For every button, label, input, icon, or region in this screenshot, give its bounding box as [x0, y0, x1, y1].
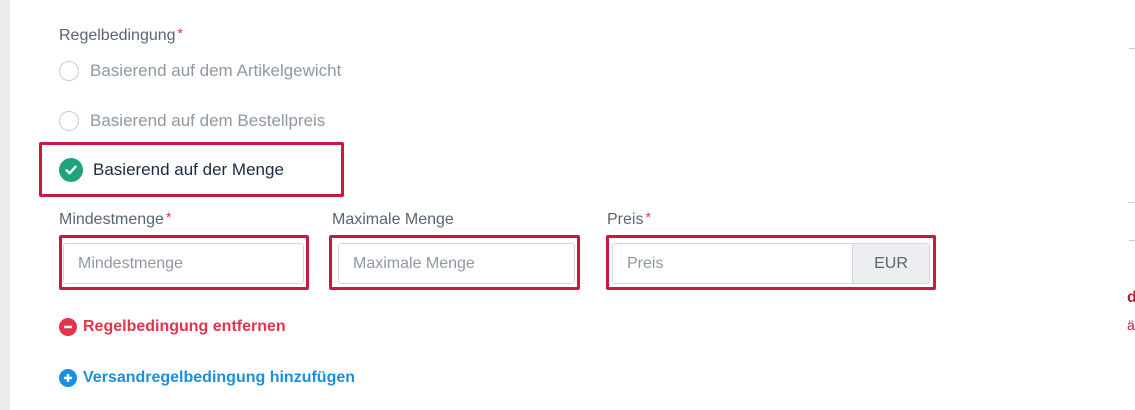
radio-option-quantity[interactable]: Basierend auf der Menge: [59, 158, 284, 182]
remove-condition-link[interactable]: Regelbedingung entfernen: [59, 318, 286, 336]
check-circle-icon[interactable]: [59, 158, 83, 182]
plus-circle-icon: [59, 369, 77, 387]
add-condition-link[interactable]: Versandregelbedingung hinzufügen: [59, 369, 355, 387]
radio-option-order-price[interactable]: Basierend auf dem Bestellpreis: [59, 109, 325, 133]
max-qty-label-text: Maximale Menge: [332, 211, 454, 228]
radio-circle[interactable]: [59, 61, 79, 81]
highlight-box: [329, 235, 580, 290]
radio-label: Basierend auf dem Bestellpreis: [90, 111, 326, 130]
divider: [1129, 202, 1135, 203]
radio-label: Basierend auf dem Artikelgewicht: [90, 61, 342, 80]
radio-label: Basierend auf der Menge: [93, 160, 284, 179]
highlight-box: [59, 235, 309, 290]
minus-circle-icon: [59, 318, 77, 336]
min-qty-label-text: Mindestmenge: [59, 211, 164, 228]
radio-circle[interactable]: [59, 111, 79, 131]
condition-label: Regelbedingung *: [59, 25, 183, 45]
price-label-text: Preis: [607, 211, 644, 228]
max-qty-label: Maximale Menge: [332, 211, 454, 229]
highlight-box: [606, 235, 936, 290]
condition-label-text: Regelbedingung: [59, 27, 176, 44]
divider: [1129, 48, 1135, 49]
min-qty-label: Mindestmenge *: [59, 209, 172, 229]
background-page-edge: d ä: [1117, 0, 1135, 410]
required-asterisk: *: [645, 209, 651, 225]
remove-condition-label: Regelbedingung entfernen: [83, 318, 286, 335]
price-label: Preis *: [607, 209, 651, 229]
background-text-fragment: d: [1127, 289, 1135, 306]
radio-option-article-weight[interactable]: Basierend auf dem Artikelgewicht: [59, 59, 341, 83]
divider: [1129, 240, 1135, 241]
required-asterisk: *: [177, 25, 183, 41]
add-condition-label: Versandregelbedingung hinzufügen: [83, 369, 356, 386]
required-asterisk: *: [165, 209, 172, 225]
background-text-fragment: ä: [1127, 317, 1135, 333]
